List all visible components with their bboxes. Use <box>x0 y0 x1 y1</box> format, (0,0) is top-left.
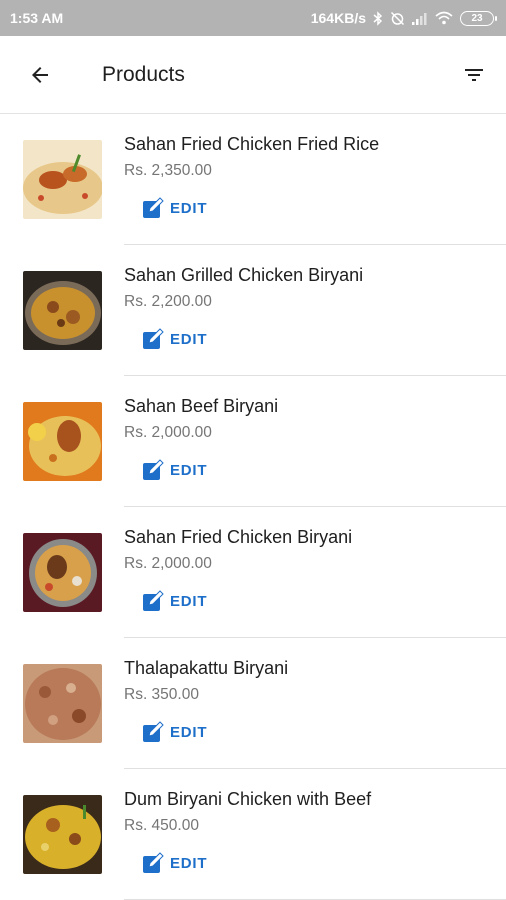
edit-label: EDIT <box>170 330 208 348</box>
edit-icon <box>143 852 164 873</box>
product-name: Sahan Fried Chicken Fried Rice <box>124 134 380 154</box>
status-icons: 164KB/s 23 <box>310 10 497 26</box>
edit-label: EDIT <box>170 854 208 872</box>
battery-icon: 23 <box>460 10 497 26</box>
status-bar: 1:53 AM 164KB/s 23 <box>0 0 506 36</box>
arrow-back-icon <box>32 66 48 83</box>
product-name: Dum Biryani Chicken with Beef <box>124 789 372 809</box>
product-name: Sahan Fried Chicken Biryani <box>124 527 353 547</box>
product-price: Rs. 2,200.00 <box>124 293 212 310</box>
edit-label: EDIT <box>170 723 208 741</box>
product-image <box>23 664 102 743</box>
product-row[interactable]: Dum Biryani Chicken with Beef Rs. 450.00… <box>0 769 506 900</box>
product-price: Rs. 350.00 <box>124 686 199 703</box>
edit-icon <box>143 459 164 480</box>
status-time: 1:53 AM <box>10 10 64 26</box>
product-list: Sahan Fried Chicken Fried Rice Rs. 2,350… <box>0 114 506 900</box>
edit-button[interactable]: EDIT <box>142 456 207 484</box>
network-speed: 164KB/s <box>310 10 366 26</box>
product-price: Rs. 450.00 <box>124 817 199 834</box>
page-title: Products <box>102 62 185 86</box>
product-name: Sahan Grilled Chicken Biryani <box>124 265 364 285</box>
product-name: Sahan Beef Biryani <box>124 396 279 416</box>
product-price: Rs. 2,000.00 <box>124 424 212 441</box>
product-image <box>23 402 102 481</box>
product-image <box>23 271 102 350</box>
product-name: Thalapakattu Biryani <box>124 658 289 678</box>
edit-label: EDIT <box>170 199 208 217</box>
bluetooth-icon <box>373 10 383 26</box>
wifi-icon <box>435 11 453 25</box>
product-image <box>23 533 102 612</box>
product-image <box>23 795 102 874</box>
edit-label: EDIT <box>170 592 208 610</box>
edit-button[interactable]: EDIT <box>142 718 207 746</box>
edit-icon <box>143 197 164 218</box>
edit-button[interactable]: EDIT <box>142 325 207 353</box>
edit-label: EDIT <box>170 461 208 479</box>
edit-icon <box>143 721 164 742</box>
signal-icon <box>412 12 428 25</box>
edit-icon <box>143 328 164 349</box>
edit-button[interactable]: EDIT <box>142 849 207 877</box>
filter-button[interactable] <box>446 36 502 114</box>
filter-list-icon <box>465 68 483 81</box>
product-image <box>23 140 102 219</box>
product-row[interactable]: Sahan Fried Chicken Fried Rice Rs. 2,350… <box>0 114 506 245</box>
product-row[interactable]: Thalapakattu Biryani Rs. 350.00 EDIT <box>0 638 506 769</box>
product-price: Rs. 2,000.00 <box>124 555 212 572</box>
product-row[interactable]: Sahan Grilled Chicken Biryani Rs. 2,200.… <box>0 245 506 376</box>
product-row[interactable]: Sahan Fried Chicken Biryani Rs. 2,000.00… <box>0 507 506 638</box>
product-row[interactable]: Sahan Beef Biryani Rs. 2,000.00 EDIT <box>0 376 506 507</box>
back-button[interactable] <box>0 36 80 114</box>
edit-button[interactable]: EDIT <box>142 587 207 615</box>
app-bar: Products <box>0 36 506 114</box>
battery-level: 23 <box>471 12 483 24</box>
product-price: Rs. 2,350.00 <box>124 162 212 179</box>
edit-button[interactable]: EDIT <box>142 194 207 222</box>
alarm-off-icon <box>390 11 405 26</box>
edit-icon <box>143 590 164 611</box>
